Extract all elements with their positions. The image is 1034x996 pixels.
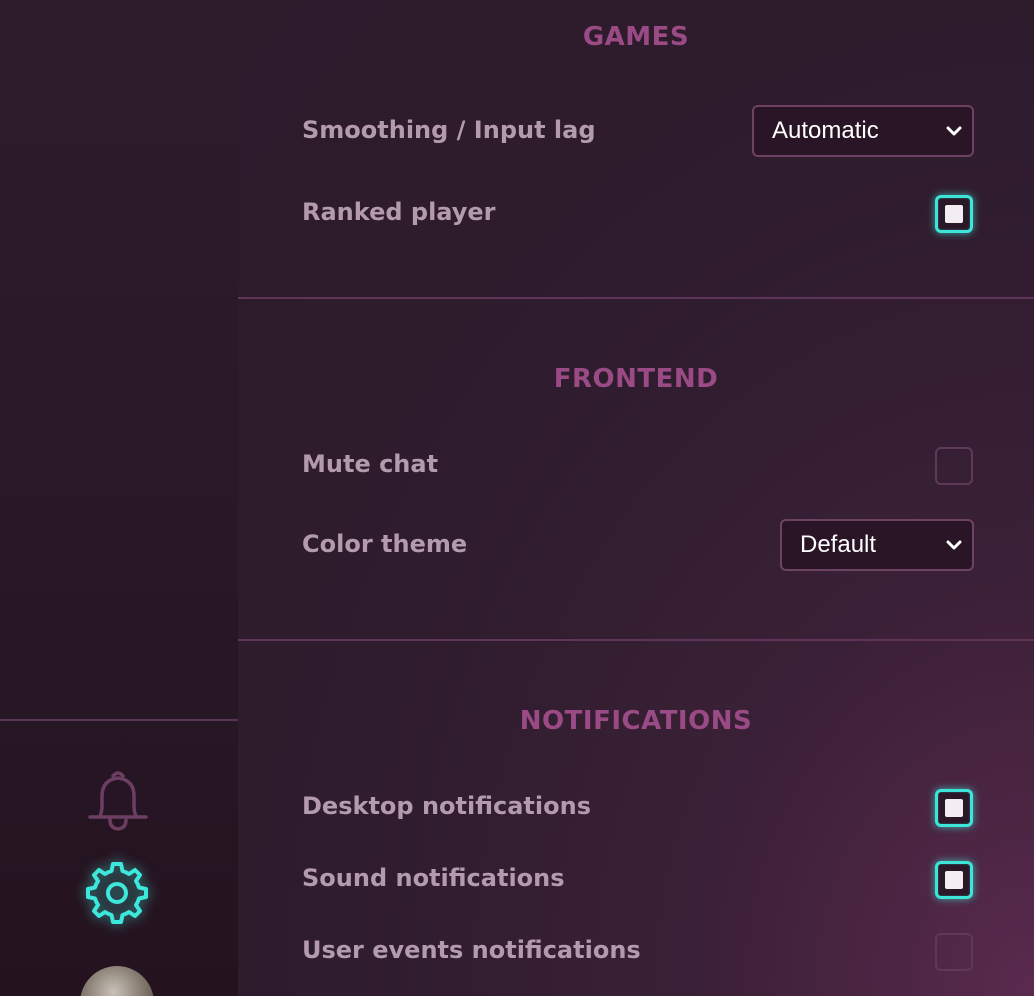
settings-panel: GAMES Smoothing / Input lag Automatic Ra…: [238, 0, 1034, 996]
chevron-down-icon: [946, 126, 962, 136]
color-theme-label: Color theme: [302, 530, 468, 558]
desktop-notifications-label: Desktop notifications: [302, 792, 591, 820]
color-theme-select-value: Default: [800, 531, 877, 558]
frontend-section: FRONTEND Mute chat Color theme Default: [238, 299, 1034, 639]
ranked-player-checkbox[interactable]: [935, 195, 973, 233]
games-section: GAMES Smoothing / Input lag Automatic Ra…: [238, 0, 1034, 298]
sound-notifications-checkbox[interactable]: [935, 861, 973, 899]
gear-icon[interactable]: [84, 860, 150, 926]
sidebar-divider: [0, 719, 238, 721]
color-theme-select[interactable]: Default: [780, 519, 974, 571]
desktop-notifications-checkbox[interactable]: [935, 789, 973, 827]
smoothing-select-value: Automatic: [772, 117, 879, 144]
avatar[interactable]: [80, 966, 154, 996]
ranked-player-label: Ranked player: [302, 198, 496, 226]
user-events-notifications-checkbox[interactable]: [935, 933, 973, 971]
section-title-games: GAMES: [582, 22, 690, 52]
chevron-down-icon: [946, 540, 962, 550]
sound-notifications-label: Sound notifications: [302, 864, 565, 892]
sidebar: [0, 0, 238, 996]
section-title-notifications: NOTIFICATIONS: [519, 706, 753, 736]
mute-chat-checkbox[interactable]: [935, 447, 973, 485]
smoothing-label: Smoothing / Input lag: [302, 116, 596, 144]
user-events-notifications-label: User events notifications: [302, 936, 641, 964]
smoothing-select[interactable]: Automatic: [752, 105, 974, 157]
bell-icon[interactable]: [86, 768, 150, 832]
section-title-frontend: FRONTEND: [553, 364, 719, 394]
notifications-section: NOTIFICATIONS Desktop notifications Soun…: [238, 641, 1034, 996]
mute-chat-label: Mute chat: [302, 450, 439, 478]
